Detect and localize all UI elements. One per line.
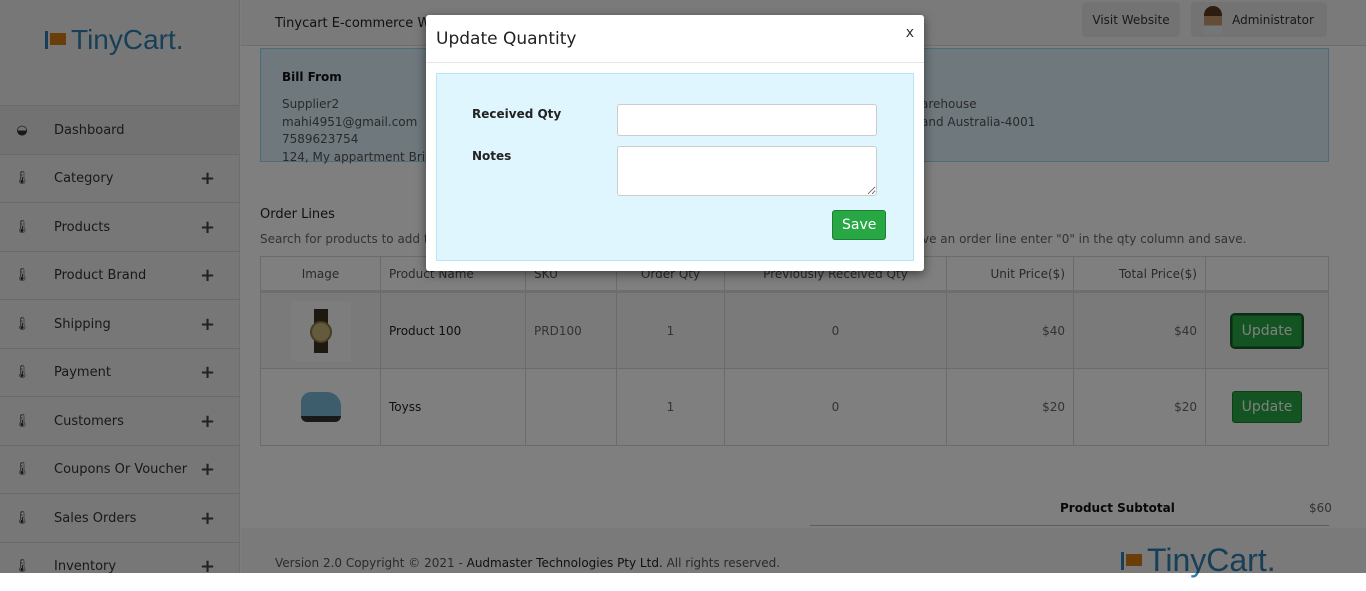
update-quantity-modal: Update Quantity x Received Qty Notes Sav… — [426, 15, 924, 271]
received-qty-input[interactable] — [617, 104, 877, 136]
modal-title: Update Quantity — [436, 29, 577, 49]
modal-header: Update Quantity x — [426, 15, 924, 63]
modal-form: Received Qty Notes Save — [436, 73, 914, 261]
notes-label: Notes — [472, 149, 512, 163]
close-button[interactable]: x — [906, 25, 914, 41]
received-qty-label: Received Qty — [472, 107, 562, 121]
notes-textarea[interactable] — [617, 146, 877, 196]
save-button[interactable]: Save — [832, 210, 887, 240]
